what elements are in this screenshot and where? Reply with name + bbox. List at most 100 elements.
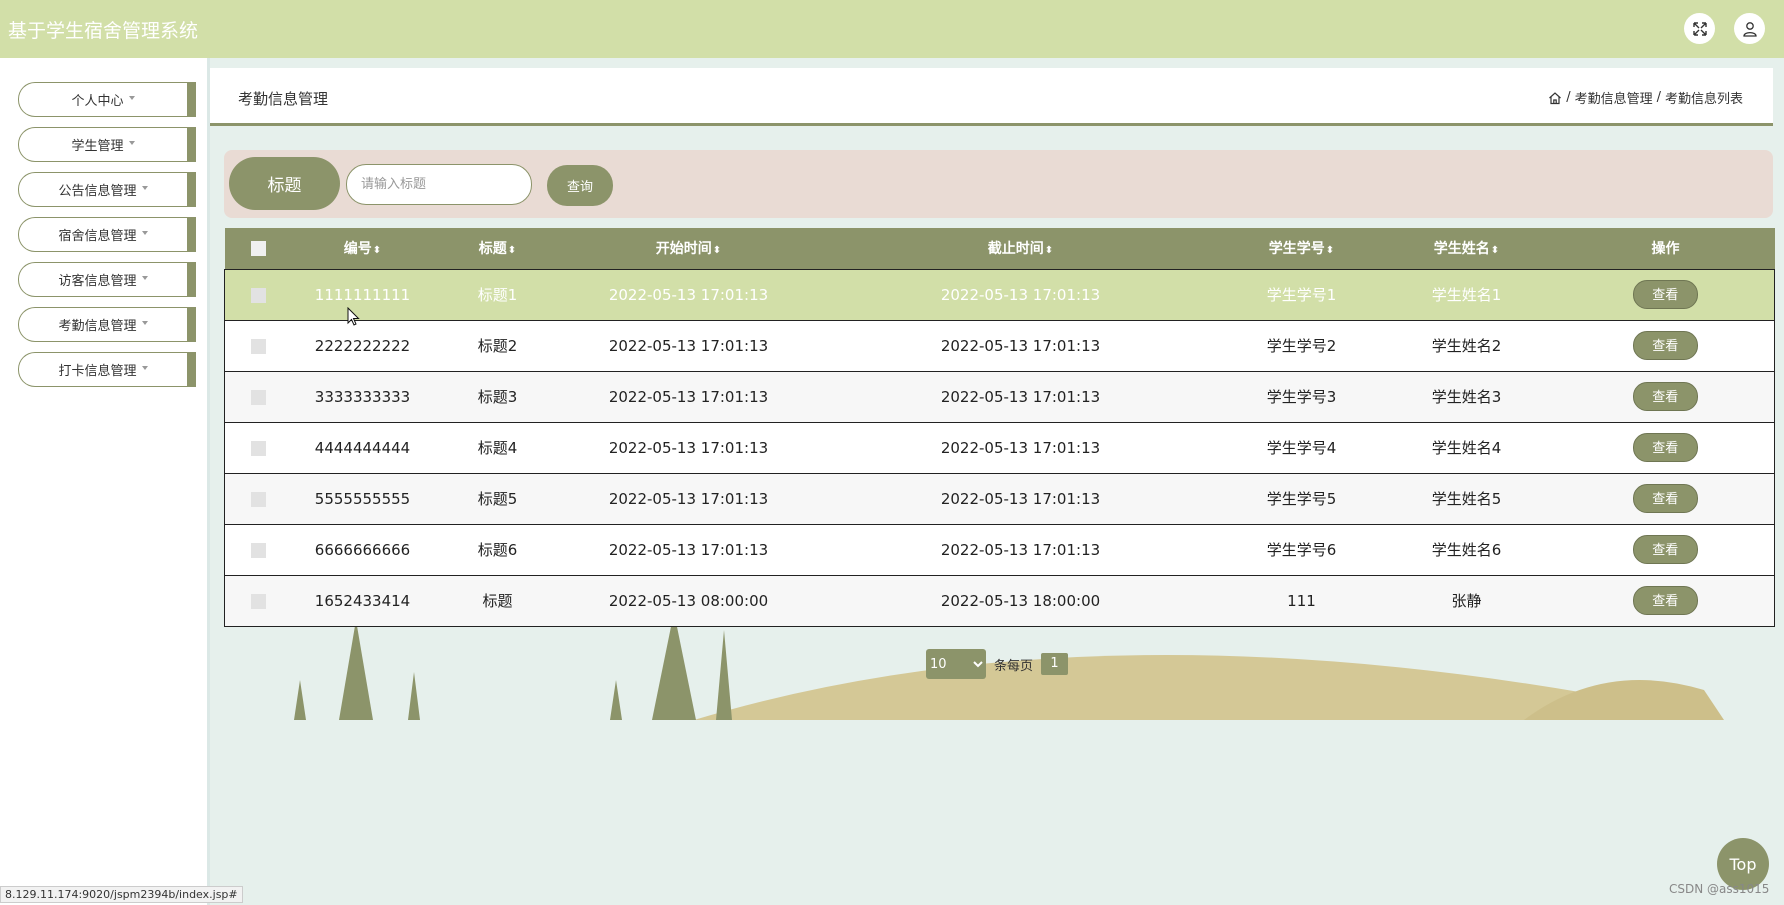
cell-student-name: 张静: [1376, 574, 1557, 627]
cell-student-no: 学生学号1: [1226, 268, 1377, 321]
view-button[interactable]: 查看: [1632, 535, 1698, 564]
sidebar-item-personal-center[interactable]: 个人中心: [18, 82, 196, 117]
column-header-title[interactable]: 标题⬍: [433, 228, 563, 269]
fullscreen-button[interactable]: [1684, 13, 1715, 44]
row-checkbox[interactable]: [251, 287, 267, 303]
cell-id: 1111111111: [292, 268, 433, 321]
sidebar-item-label: 访客信息管理: [58, 274, 137, 289]
caret-down-icon: [141, 185, 148, 190]
row-checkbox[interactable]: [251, 389, 267, 405]
cell-title: 标题: [432, 574, 563, 627]
page-title: 考勤信息管理: [238, 90, 329, 108]
search-button[interactable]: 查询: [547, 165, 613, 206]
view-button[interactable]: 查看: [1632, 331, 1698, 360]
cell-start-time: 2022-05-13 17:01:13: [562, 370, 815, 423]
caret-down-icon: [128, 140, 135, 145]
view-button[interactable]: 查看: [1632, 280, 1698, 309]
caret-down-icon: [141, 230, 148, 235]
attendance-table: 编号⬍ 标题⬍ 开始时间⬍ 截止时间⬍ 学生学号⬍ 学生姓名⬍ 操作 11111…: [224, 228, 1775, 627]
breadcrumb-level2: 考勤信息列表: [1664, 92, 1743, 107]
user-button[interactable]: [1734, 13, 1765, 44]
sort-icon: ⬍: [1325, 245, 1335, 257]
view-button[interactable]: 查看: [1632, 433, 1698, 462]
cell-student-name: 学生姓名5: [1376, 472, 1557, 525]
column-header-action: 操作: [1651, 241, 1680, 258]
table-row[interactable]: 6666666666 标题6 2022-05-13 17:01:13 2022-…: [224, 523, 1775, 576]
caret-down-icon: [141, 320, 148, 325]
sort-icon: ⬍: [507, 245, 517, 257]
breadcrumb-bar: 考勤信息管理 / 考勤信息管理 / 考勤信息列表: [210, 68, 1773, 126]
column-header-start-time[interactable]: 开始时间⬍: [563, 228, 815, 269]
table-row[interactable]: 1111111111 标题1 2022-05-13 17:01:13 2022-…: [224, 268, 1775, 321]
title-search-input[interactable]: [346, 164, 532, 205]
caret-down-icon: [128, 95, 135, 100]
table-row[interactable]: 2222222222 标题2 2022-05-13 17:01:13 2022-…: [224, 319, 1775, 372]
user-icon: [1742, 21, 1757, 37]
sidebar-item-checkin-management[interactable]: 打卡信息管理: [18, 352, 196, 387]
cell-id: 6666666666: [292, 523, 433, 576]
sidebar: 个人中心 学生管理 公告信息管理 宿舍信息管理 访客信息管理 考勤信息管理 打卡…: [0, 58, 210, 905]
cell-student-no: 学生学号2: [1226, 319, 1377, 372]
table-header-row: 编号⬍ 标题⬍ 开始时间⬍ 截止时间⬍ 学生学号⬍ 学生姓名⬍ 操作: [224, 228, 1775, 269]
cell-title: 标题3: [432, 370, 563, 423]
view-button[interactable]: 查看: [1632, 586, 1698, 615]
cell-student-name: 学生姓名1: [1376, 268, 1557, 321]
sidebar-item-attendance-management[interactable]: 考勤信息管理: [18, 307, 196, 342]
row-checkbox[interactable]: [251, 338, 267, 354]
column-header-end-time[interactable]: 截止时间⬍: [815, 228, 1227, 269]
page-size-select[interactable]: 10: [926, 649, 986, 679]
cell-id: 1652433414: [292, 574, 433, 627]
sidebar-item-notice-management[interactable]: 公告信息管理: [18, 172, 196, 207]
cell-id: 5555555555: [292, 472, 433, 525]
breadcrumb-separator: /: [1566, 90, 1571, 105]
breadcrumb-separator: /: [1656, 90, 1661, 105]
cell-start-time: 2022-05-13 17:01:13: [562, 421, 815, 474]
cell-student-name: 学生姓名3: [1376, 370, 1557, 423]
cell-id: 3333333333: [292, 370, 433, 423]
row-checkbox[interactable]: [251, 593, 267, 609]
cell-id: 4444444444: [292, 421, 433, 474]
sort-icon: ⬍: [1490, 245, 1500, 257]
cell-student-no: 学生学号6: [1226, 523, 1377, 576]
cell-student-no: 学生学号3: [1226, 370, 1377, 423]
view-button[interactable]: 查看: [1632, 382, 1698, 411]
caret-down-icon: [141, 275, 148, 280]
page-number-current[interactable]: 1: [1041, 653, 1069, 675]
table-row[interactable]: 5555555555 标题5 2022-05-13 17:01:13 2022-…: [224, 472, 1775, 525]
cell-title: 标题2: [432, 319, 563, 372]
view-button[interactable]: 查看: [1632, 484, 1698, 513]
cell-end-time: 2022-05-13 17:01:13: [814, 319, 1227, 372]
table-row[interactable]: 4444444444 标题4 2022-05-13 17:01:13 2022-…: [224, 421, 1775, 474]
cell-student-name: 学生姓名2: [1376, 319, 1557, 372]
cell-id: 2222222222: [292, 319, 433, 372]
table-row[interactable]: 1652433414 标题 2022-05-13 08:00:00 2022-0…: [224, 574, 1775, 627]
cell-end-time: 2022-05-13 17:01:13: [814, 472, 1227, 525]
breadcrumb: / 考勤信息管理 / 考勤信息列表: [1548, 88, 1743, 107]
column-header-student-no[interactable]: 学生学号⬍: [1227, 228, 1377, 269]
watermark: CSDN @ass1015: [1669, 882, 1770, 896]
breadcrumb-level1[interactable]: 考勤信息管理: [1575, 88, 1653, 107]
row-checkbox[interactable]: [251, 542, 267, 558]
cell-student-name: 学生姓名4: [1376, 421, 1557, 474]
search-label: 标题: [229, 157, 340, 210]
row-checkbox[interactable]: [251, 491, 267, 507]
select-all-checkbox[interactable]: [251, 240, 266, 256]
row-checkbox[interactable]: [251, 440, 267, 456]
sidebar-item-label: 打卡信息管理: [58, 364, 137, 379]
sort-icon: ⬍: [712, 245, 722, 257]
column-header-id[interactable]: 编号⬍: [293, 228, 433, 269]
cell-student-no: 学生学号5: [1226, 472, 1377, 525]
fullscreen-icon: [1692, 21, 1707, 36]
cell-end-time: 2022-05-13 17:01:13: [814, 268, 1227, 321]
cell-start-time: 2022-05-13 17:01:13: [562, 472, 815, 525]
cell-title: 标题6: [432, 523, 563, 576]
sidebar-item-label: 考勤信息管理: [58, 319, 137, 334]
sidebar-item-dorm-management[interactable]: 宿舍信息管理: [18, 217, 196, 252]
sidebar-item-visitor-management[interactable]: 访客信息管理: [18, 262, 196, 297]
table-row[interactable]: 3333333333 标题3 2022-05-13 17:01:13 2022-…: [224, 370, 1775, 423]
cell-start-time: 2022-05-13 17:01:13: [562, 523, 815, 576]
home-icon[interactable]: [1548, 91, 1562, 105]
column-header-student-name[interactable]: 学生姓名⬍: [1377, 228, 1557, 269]
sidebar-item-student-management[interactable]: 学生管理: [18, 127, 196, 162]
cell-student-no: 学生学号4: [1226, 421, 1377, 474]
